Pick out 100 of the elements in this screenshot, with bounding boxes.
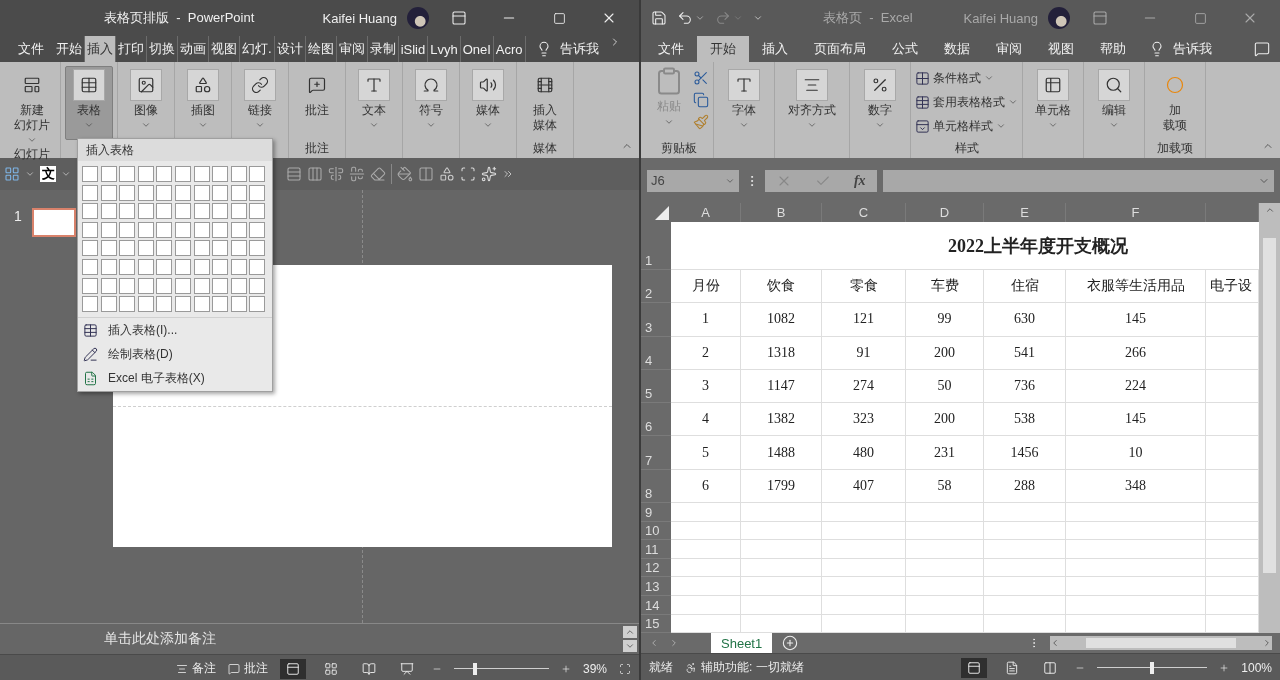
- table-cell[interactable]: 145: [1066, 303, 1206, 337]
- table-cell[interactable]: [671, 596, 741, 615]
- table-cell[interactable]: [906, 577, 984, 597]
- paint-bucket-icon[interactable]: [397, 166, 413, 182]
- ribbon-button[interactable]: 链接: [236, 66, 284, 140]
- table-cell[interactable]: [822, 577, 906, 597]
- table-cell[interactable]: 1799: [741, 469, 822, 504]
- row-header[interactable]: 11: [641, 540, 671, 559]
- ribbon-tab[interactable]: 插入: [85, 36, 116, 62]
- table-cell[interactable]: [906, 503, 984, 522]
- copy-icon[interactable]: [693, 92, 709, 108]
- ribbon-tab[interactable]: 开始: [697, 36, 749, 62]
- ribbon-tab[interactable]: 文件: [645, 36, 697, 62]
- next-sheet-icon[interactable]: [669, 638, 679, 648]
- row-header[interactable]: 4: [641, 336, 671, 370]
- table-cell[interactable]: [822, 503, 906, 522]
- table-cell[interactable]: 车费: [906, 270, 984, 304]
- table-cell[interactable]: 480: [822, 436, 906, 470]
- ribbon-button[interactable]: 图像: [122, 66, 170, 140]
- table-cell[interactable]: 50: [906, 369, 984, 404]
- formula-input[interactable]: [883, 169, 1274, 192]
- maximize-icon[interactable]: [1193, 11, 1207, 25]
- notes-placeholder[interactable]: 单击此处添加备注: [104, 630, 623, 648]
- table-cell[interactable]: [1066, 540, 1206, 559]
- columns-icon[interactable]: [418, 166, 434, 182]
- table-cell[interactable]: 121: [822, 303, 906, 337]
- select-all-icon[interactable]: [655, 206, 669, 220]
- table-cell[interactable]: [984, 540, 1066, 559]
- columns-icon[interactable]: [307, 166, 323, 182]
- add-sheet-icon[interactable]: [782, 635, 799, 651]
- ribbon-tab[interactable]: 帮助: [1087, 36, 1139, 62]
- table-cell[interactable]: 224: [1066, 369, 1206, 404]
- table-cell[interactable]: 1382: [741, 403, 822, 437]
- table-cell[interactable]: [671, 540, 741, 559]
- table-cell[interactable]: [1206, 577, 1259, 597]
- table-cell[interactable]: 5: [671, 436, 741, 470]
- row-header[interactable]: 8: [641, 469, 671, 504]
- table-cell[interactable]: 200: [906, 336, 984, 370]
- ribbon-button[interactable]: 单元格: [1027, 66, 1079, 140]
- sheet-tab[interactable]: Sheet1: [711, 633, 773, 653]
- ribbon-button[interactable]: 加 载项: [1149, 66, 1201, 140]
- align-icon[interactable]: [349, 166, 365, 182]
- row-header[interactable]: 7: [641, 436, 671, 470]
- style-menu-button[interactable]: 套用表格格式: [915, 92, 1018, 112]
- sparkles-icon[interactable]: [481, 166, 497, 182]
- insert-function-button[interactable]: fx: [853, 172, 866, 189]
- table-cell[interactable]: [1206, 503, 1259, 522]
- table-cell[interactable]: 1456: [984, 436, 1066, 470]
- vertical-scrollbar[interactable]: [1259, 203, 1280, 633]
- more-icon[interactable]: [502, 168, 514, 180]
- view-button[interactable]: [961, 657, 988, 678]
- ribbon-button[interactable]: 媒体: [464, 66, 512, 140]
- text-direction-button[interactable]: 文: [40, 166, 56, 182]
- tell-me-link[interactable]: 告诉我: [1173, 40, 1212, 58]
- table-cell[interactable]: 住宿: [984, 270, 1066, 304]
- row-header[interactable]: 1: [641, 222, 671, 270]
- table-cell[interactable]: [1206, 469, 1259, 504]
- slider-thumb[interactable]: [472, 662, 477, 675]
- prev-sheet-icon[interactable]: [649, 638, 659, 648]
- table-cell[interactable]: 266: [1066, 336, 1206, 370]
- table-cell[interactable]: [1206, 540, 1259, 559]
- ribbon-tab[interactable]: 审阅: [983, 36, 1035, 62]
- table-cell[interactable]: 407: [822, 469, 906, 504]
- accessibility-status[interactable]: 辅助功能: 一切就绪: [685, 659, 804, 676]
- table-cell[interactable]: 630: [984, 303, 1066, 337]
- table-cell[interactable]: 736: [984, 369, 1066, 404]
- table-cell[interactable]: 1082: [741, 303, 822, 337]
- row-header[interactable]: 2: [641, 270, 671, 304]
- table-cell[interactable]: 99: [906, 303, 984, 337]
- ribbon-button[interactable]: 编辑: [1088, 66, 1140, 140]
- table-cell[interactable]: 538: [984, 403, 1066, 437]
- table-cell[interactable]: [741, 503, 822, 522]
- table-cell[interactable]: 274: [822, 369, 906, 404]
- horizontal-scrollbar[interactable]: [1050, 636, 1272, 650]
- table-cell[interactable]: 电子设: [1206, 270, 1259, 304]
- table-cell[interactable]: 1488: [741, 436, 822, 470]
- menu-item[interactable]: 绘制表格(D): [78, 342, 272, 367]
- ribbon-display-icon[interactable]: [1092, 10, 1108, 26]
- table-cell[interactable]: [1206, 436, 1259, 470]
- ribbon-button[interactable]: 批注: [293, 66, 341, 140]
- view-button[interactable]: [279, 658, 306, 679]
- ribbon-button[interactable]: 字体: [718, 66, 770, 140]
- comments-button[interactable]: 批注: [227, 660, 268, 677]
- notes-button[interactable]: 备注: [175, 660, 216, 677]
- row-header[interactable]: 13: [641, 577, 671, 597]
- table-cell[interactable]: 1318: [741, 336, 822, 370]
- table-cell[interactable]: 323: [822, 403, 906, 437]
- shapes-icon[interactable]: [439, 166, 455, 182]
- ribbon-button[interactable]: 对齐方式: [779, 66, 845, 140]
- customize-icon[interactable]: [753, 13, 763, 23]
- table-cell[interactable]: 4: [671, 403, 741, 437]
- table-cell[interactable]: [822, 596, 906, 615]
- ribbon-button[interactable]: 数字: [854, 66, 906, 140]
- table-cell[interactable]: 200: [906, 403, 984, 437]
- table-cell[interactable]: 231: [906, 436, 984, 470]
- lightbulb-icon[interactable]: [1149, 41, 1165, 57]
- table-cell[interactable]: 2: [671, 336, 741, 370]
- avatar[interactable]: [1048, 7, 1070, 29]
- table-cell[interactable]: 1: [671, 303, 741, 337]
- table-cell[interactable]: [984, 596, 1066, 615]
